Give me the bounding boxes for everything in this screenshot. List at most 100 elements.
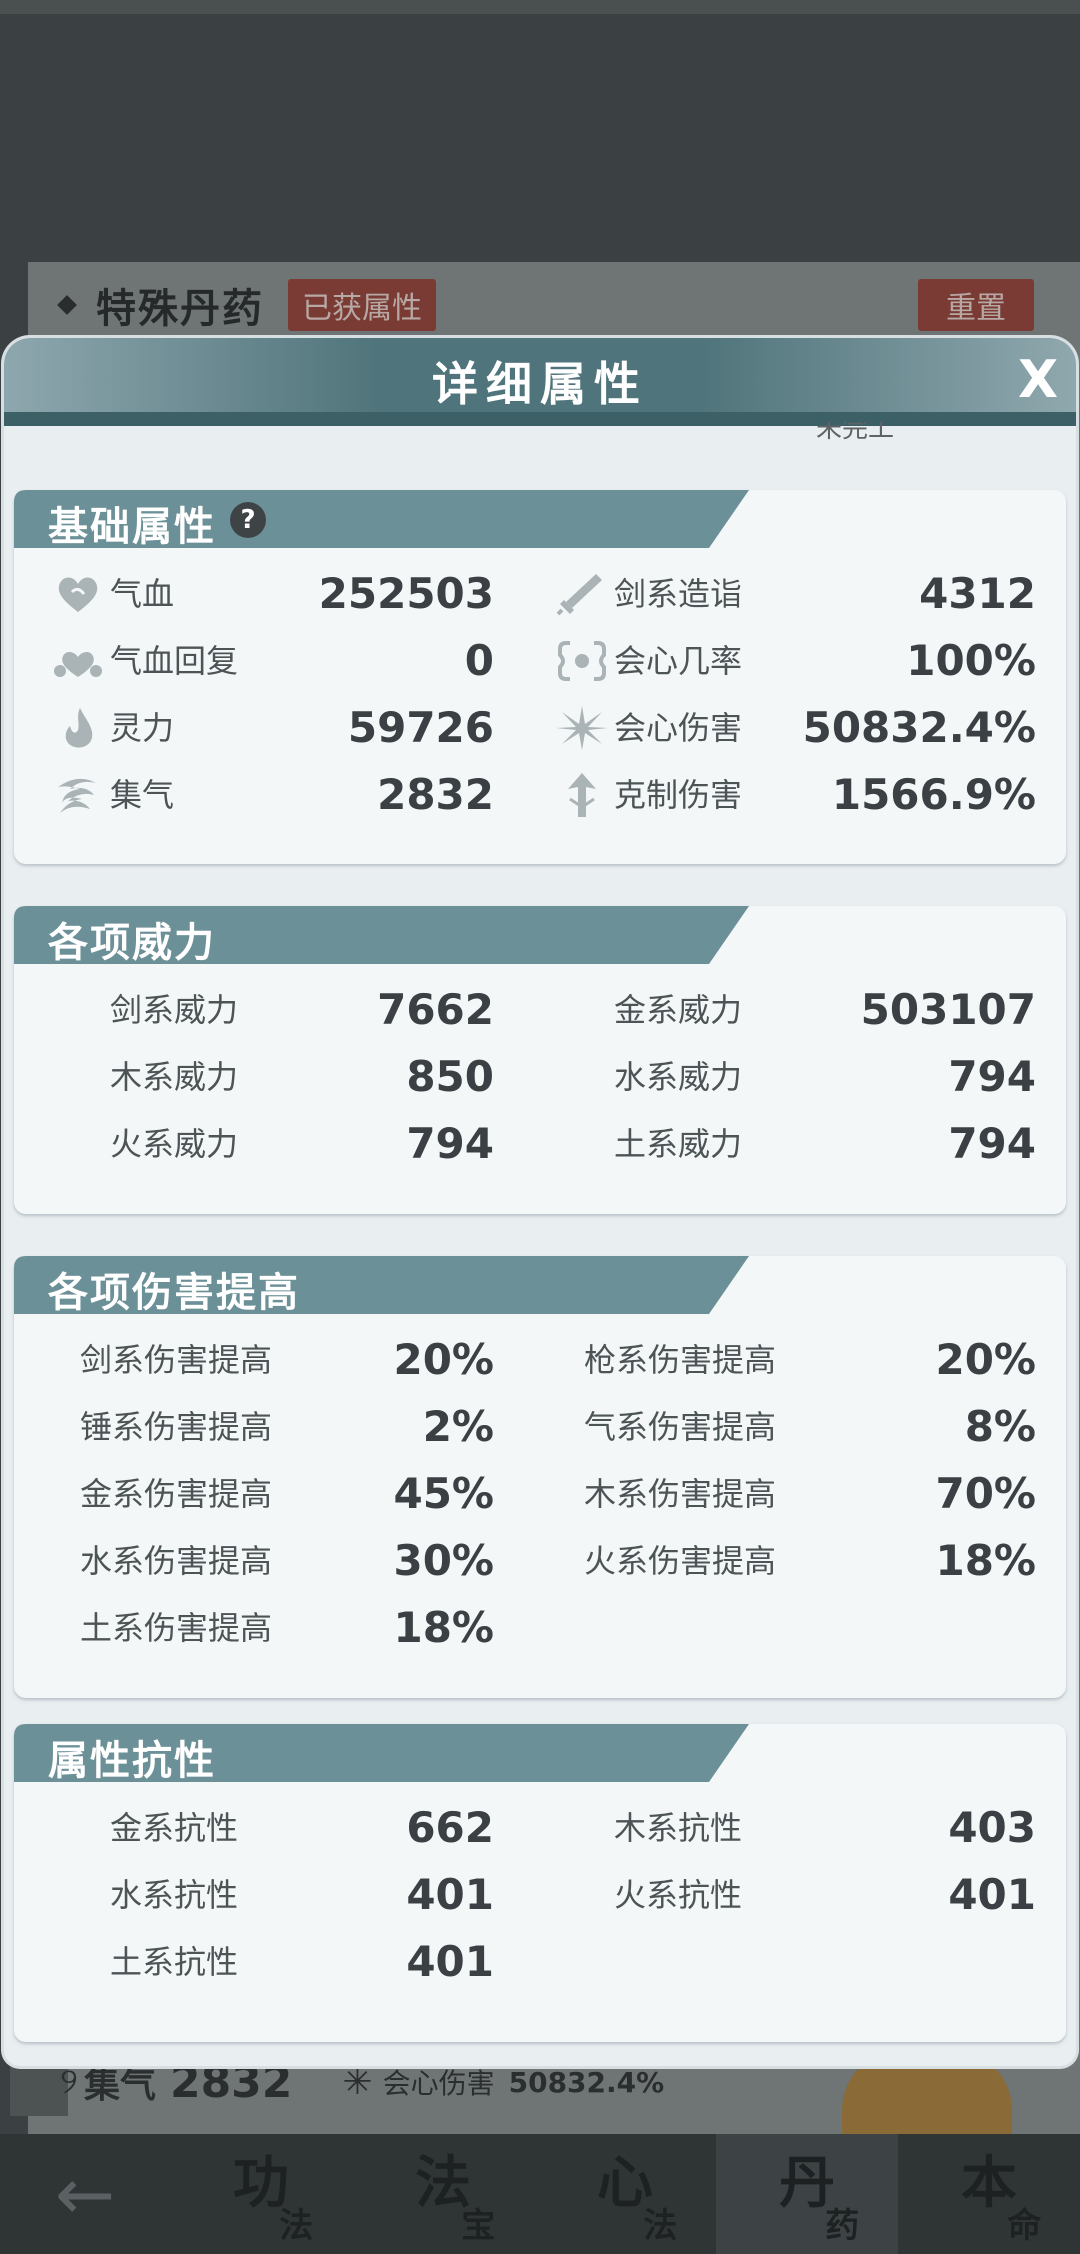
arrow-up-icon bbox=[568, 773, 596, 817]
help-icon[interactable]: ? bbox=[230, 502, 266, 538]
stat-label: 会心伤害 bbox=[614, 709, 743, 747]
section-power: 各项威力 剑系威力 7662 木系威力 850 火系威力 794 金系威力 50… bbox=[14, 906, 1066, 1214]
stat-label: 集气 bbox=[110, 776, 175, 814]
stat-row: 水系伤害提高 30% bbox=[14, 1533, 494, 1589]
tab-gongfa[interactable]: 功 法 bbox=[170, 2134, 352, 2254]
stat-label: 木系威力 bbox=[110, 1058, 239, 1096]
section-basic: 基础属性 ? 气血 252503 气血回复 0 灵力 59726 集气 2832… bbox=[14, 490, 1066, 864]
stat-label: 火系威力 bbox=[110, 1125, 239, 1163]
stat-value: 100% bbox=[906, 636, 1036, 685]
heart-icon bbox=[58, 577, 98, 612]
section-title: 基础属性 bbox=[48, 504, 216, 550]
stat-value: 401 bbox=[948, 1870, 1036, 1919]
stat-row: 金系伤害提高 45% bbox=[14, 1466, 494, 1522]
stat-label: 水系伤害提高 bbox=[80, 1542, 273, 1580]
stat-row: 金系抗性 662 bbox=[14, 1800, 494, 1856]
section-title: 各项伤害提高 bbox=[48, 1270, 300, 1316]
background-stat-label: 会心伤害 bbox=[382, 2067, 495, 2100]
close-button[interactable]: X bbox=[1012, 350, 1064, 410]
stat-value: 1566.9% bbox=[831, 770, 1036, 819]
back-arrow-icon[interactable]: ← bbox=[0, 2134, 170, 2254]
tab-sublabel: 法 bbox=[279, 2206, 314, 2246]
stat-label: 灵力 bbox=[110, 709, 175, 747]
stat-label: 土系抗性 bbox=[110, 1943, 239, 1981]
stat-value: 252503 bbox=[318, 569, 494, 618]
stat-row: 火系抗性 401 bbox=[544, 1867, 1036, 1923]
background-stat-value: 50832.4% bbox=[508, 2065, 665, 2099]
stat-label: 金系伤害提高 bbox=[80, 1475, 273, 1513]
stat-value: 662 bbox=[406, 1803, 494, 1852]
stat-row: 气血 252503 bbox=[14, 566, 494, 622]
stat-row: 火系伤害提高 18% bbox=[544, 1533, 1036, 1589]
stat-row: 水系威力 794 bbox=[544, 1049, 1036, 1105]
tab-sublabel: 宝 bbox=[461, 2206, 496, 2246]
section-title: 各项威力 bbox=[48, 920, 216, 966]
tab-benming[interactable]: 本 命 bbox=[898, 2134, 1080, 2254]
section-banner: 各项伤害提高 bbox=[14, 1256, 1066, 1316]
background-panel-title: 特殊丹药 bbox=[96, 286, 264, 332]
stat-value: 8% bbox=[964, 1402, 1036, 1451]
stat-label: 克制伤害 bbox=[614, 776, 743, 814]
stat-label: 土系威力 bbox=[614, 1125, 743, 1163]
stat-label: 枪系伤害提高 bbox=[584, 1341, 777, 1379]
modal-title: 详细属性 bbox=[432, 357, 648, 411]
section-banner: 基础属性 ? bbox=[14, 490, 1066, 550]
burst-icon bbox=[556, 706, 608, 750]
tab-sublabel: 法 bbox=[643, 2206, 678, 2246]
stat-row: 克制伤害 1566.9% bbox=[544, 767, 1036, 823]
tab-sublabel: 命 bbox=[1007, 2206, 1042, 2246]
modal-header: 详细属性 X bbox=[4, 338, 1076, 426]
stat-label: 木系伤害提高 bbox=[584, 1475, 777, 1513]
stat-label: 火系抗性 bbox=[614, 1876, 743, 1914]
stat-label: 金系威力 bbox=[614, 991, 743, 1029]
section-damage: 各项伤害提高 剑系伤害提高 20% 锤系伤害提高 2% 金系伤害提高 45% 水… bbox=[14, 1256, 1066, 1698]
stat-value: 50832.4% bbox=[802, 703, 1036, 752]
burst-icon: ✳ bbox=[342, 2061, 373, 2103]
stat-label: 木系抗性 bbox=[614, 1809, 743, 1847]
stat-row: 枪系伤害提高 20% bbox=[544, 1332, 1036, 1388]
swirl-icon: ୨ bbox=[60, 2061, 78, 2102]
section-banner: 各项威力 bbox=[14, 906, 1066, 966]
stat-label: 火系伤害提高 bbox=[584, 1542, 777, 1580]
swirl-icon bbox=[58, 778, 96, 813]
stat-row: 火系威力 794 bbox=[14, 1116, 494, 1172]
stat-value: 401 bbox=[406, 1870, 494, 1919]
stat-row: 剑系造诣 4312 bbox=[544, 566, 1036, 622]
stat-value: 503107 bbox=[860, 985, 1036, 1034]
stat-value: 794 bbox=[406, 1119, 494, 1168]
stat-label: 水系抗性 bbox=[110, 1876, 239, 1914]
background-panel-header: 特殊丹药 已获属性 重置 bbox=[28, 262, 1068, 348]
diamond-icon bbox=[57, 295, 77, 315]
top-bar bbox=[0, 0, 1080, 14]
stat-label: 会心几率 bbox=[614, 642, 743, 680]
flame-drop-icon bbox=[65, 708, 93, 748]
stat-row: 会心几率 100% bbox=[544, 633, 1036, 689]
detailed-attributes-modal: 详细属性 X 未完工 基础属性 ? 气血 252503 气血回复 0 灵力 59… bbox=[4, 338, 1076, 2066]
reset-button[interactable]: 重置 bbox=[918, 279, 1034, 331]
stat-row: 剑系伤害提高 20% bbox=[14, 1332, 494, 1388]
heart-regen-icon bbox=[54, 651, 102, 677]
stat-value: 850 bbox=[406, 1052, 494, 1101]
stat-value: 20% bbox=[935, 1335, 1036, 1384]
obtained-attributes-tag[interactable]: 已获属性 bbox=[288, 279, 436, 331]
stat-row: 剑系威力 7662 bbox=[14, 982, 494, 1038]
stat-label: 水系威力 bbox=[614, 1058, 743, 1096]
stat-label: 锤系伤害提高 bbox=[80, 1408, 273, 1446]
bottom-nav: ← 功 法 法 宝 心 法 丹 药 本 命 bbox=[0, 2134, 1080, 2254]
tab-fabao[interactable]: 法 宝 bbox=[352, 2134, 534, 2254]
stat-label: 气系伤害提高 bbox=[584, 1408, 777, 1446]
stat-label: 金系抗性 bbox=[110, 1809, 239, 1847]
section-banner: 属性抗性 bbox=[14, 1724, 1066, 1784]
header-accent bbox=[4, 412, 1076, 426]
stat-label: 剑系伤害提高 bbox=[80, 1341, 273, 1379]
tab-danyao[interactable]: 丹 药 bbox=[716, 2134, 898, 2254]
stat-value: 7662 bbox=[377, 985, 494, 1034]
stat-row: 灵力 59726 bbox=[14, 700, 494, 756]
tab-sublabel: 药 bbox=[825, 2206, 860, 2246]
critical-rate-icon bbox=[558, 641, 606, 681]
stat-value: 2832 bbox=[377, 770, 494, 819]
stat-value: 20% bbox=[393, 1335, 494, 1384]
tab-xinfa[interactable]: 心 法 bbox=[534, 2134, 716, 2254]
stat-row: 土系伤害提高 18% bbox=[14, 1600, 494, 1656]
stat-row: 木系伤害提高 70% bbox=[544, 1466, 1036, 1522]
